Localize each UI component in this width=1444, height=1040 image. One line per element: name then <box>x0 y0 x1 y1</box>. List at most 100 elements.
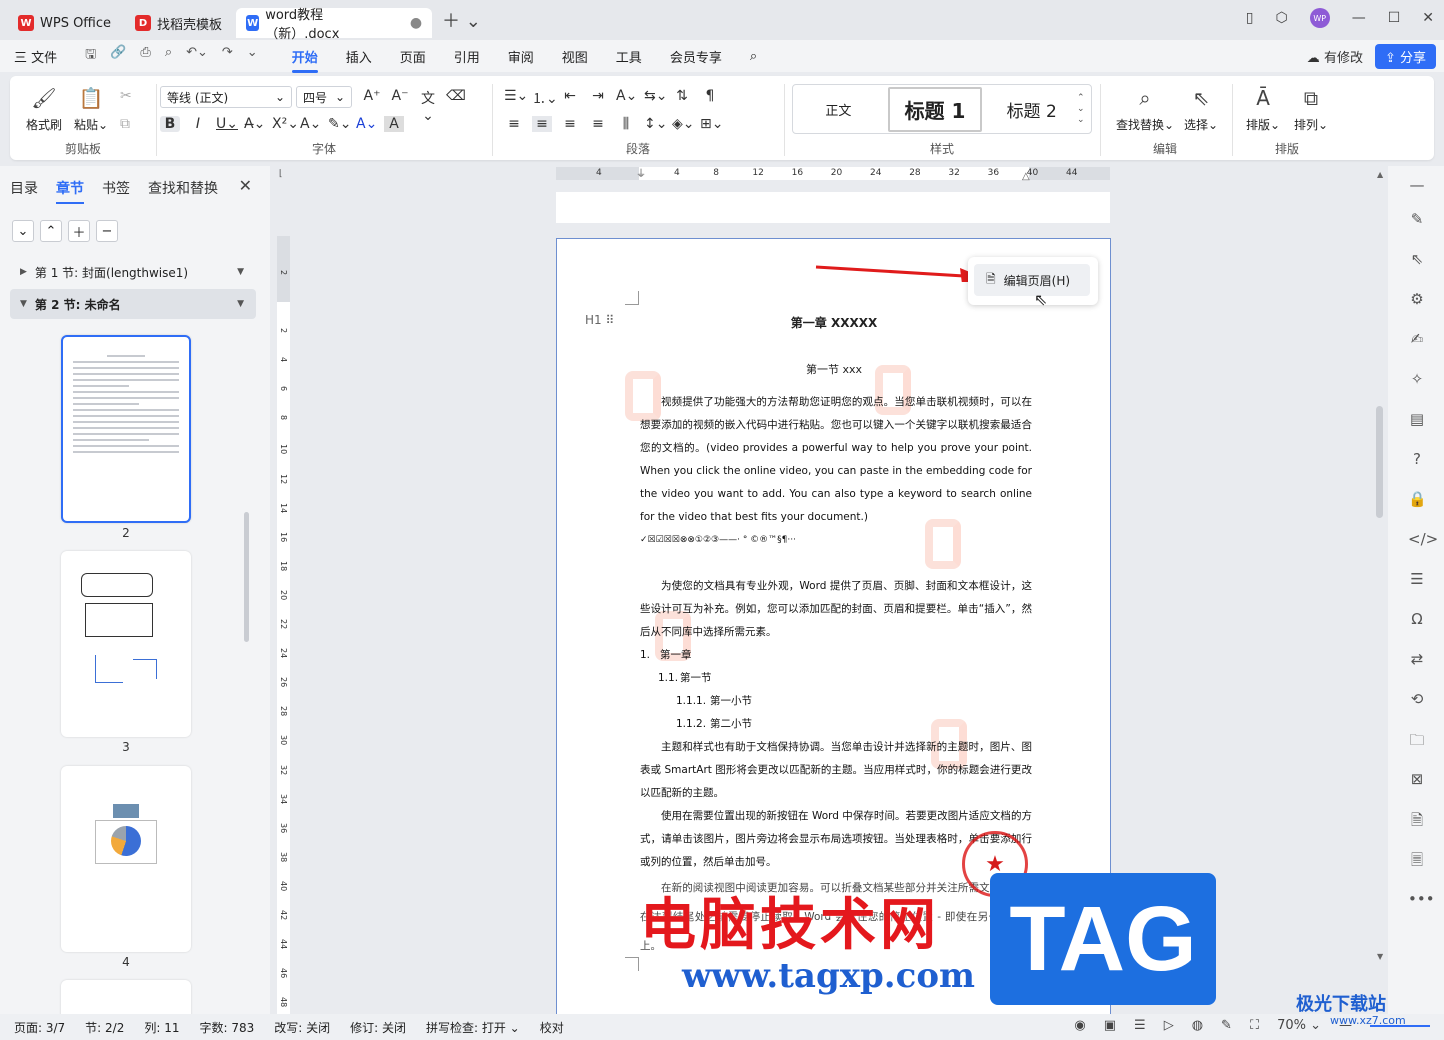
eye-icon[interactable]: ◉ <box>1074 1018 1085 1033</box>
code-icon[interactable]: </> <box>1408 530 1438 548</box>
show-marks-icon[interactable]: ¶ <box>700 88 720 108</box>
tab-review[interactable]: 审阅 <box>508 47 534 66</box>
page-indicator[interactable]: 页面: 3/7 <box>14 1019 65 1036</box>
numbered-list-icon[interactable]: ⒈⌄ <box>532 88 558 108</box>
collapse-icon[interactable]: — <box>1408 176 1426 194</box>
list-icon[interactable]: ☰ <box>1408 570 1426 588</box>
indent-marker[interactable]: ⏚ <box>636 165 646 180</box>
copy-icon[interactable]: ⧉ <box>120 116 130 132</box>
scroll-up-icon[interactable]: ▲ <box>1377 170 1383 179</box>
chevron-down-icon[interactable]: ▼ <box>237 267 244 277</box>
chinese-layout-icon[interactable]: A⌄ <box>616 88 637 108</box>
magic-icon[interactable]: ✧ <box>1408 370 1426 388</box>
char-shading-icon[interactable]: A <box>384 116 404 132</box>
scroll-down-icon[interactable]: ▼ <box>1377 952 1383 961</box>
increase-indent-icon[interactable]: ⇥ <box>588 88 608 108</box>
tab-member[interactable]: 会员专享 <box>670 47 722 66</box>
close-icon[interactable]: ✕ <box>1422 10 1434 26</box>
tab-template[interactable]: D 找稻壳模板 <box>125 8 232 38</box>
fit-icon[interactable]: ⛶ <box>1250 1018 1259 1033</box>
shading-icon[interactable]: ◈⌄ <box>672 116 695 132</box>
undo-icon[interactable]: ↶⌄ <box>186 45 208 67</box>
more-chevron-icon[interactable]: ⌄ <box>247 45 258 67</box>
translate-icon[interactable]: ⇄ <box>1408 650 1426 668</box>
modified-status[interactable]: ☁ 有修改 <box>1307 47 1363 66</box>
select-cursor-icon[interactable]: ⇖ <box>1408 250 1426 268</box>
page-thumbnail[interactable] <box>61 335 191 523</box>
section-item-1[interactable]: ▶ 第 1 节: 封面(lengthwise1) ▼ <box>10 257 256 287</box>
tab-references[interactable]: 引用 <box>454 47 480 66</box>
remove-section-button[interactable]: − <box>96 220 118 242</box>
font-color-icon[interactable]: A⌄ <box>356 116 377 132</box>
tab-home[interactable]: 开始 <box>291 47 318 73</box>
ai-write-icon[interactable]: ✍ <box>1408 330 1426 348</box>
justify-icon[interactable]: ≡ <box>588 116 608 132</box>
overtype-status[interactable]: 改写: 关闭 <box>274 1019 330 1036</box>
tab-sections[interactable]: 章节 <box>56 178 84 204</box>
tab-page[interactable]: 页面 <box>400 47 426 66</box>
pen-view-icon[interactable]: ✎ <box>1221 1018 1232 1033</box>
layout-icon[interactable]: ▯ <box>1246 10 1254 26</box>
zoom-level[interactable]: 70% ⌄ <box>1277 1018 1321 1033</box>
paste-button[interactable]: 📋 粘贴⌄ <box>74 84 108 133</box>
book-icon[interactable]: ▤ <box>1408 410 1426 428</box>
clear-format-icon[interactable]: ⌫ <box>446 88 466 124</box>
lock-icon[interactable]: 🔒 <box>1408 490 1427 508</box>
tab-document[interactable]: W word教程（新）.docx ● <box>236 8 433 42</box>
align-center-icon[interactable]: ≡ <box>532 116 552 132</box>
doc-check-icon[interactable]: 🗎 <box>1408 810 1426 835</box>
italic-icon[interactable]: I <box>188 116 208 132</box>
table-icon[interactable]: ⊠ <box>1408 770 1426 788</box>
tab-find-replace[interactable]: 查找和替换 <box>148 178 218 198</box>
play-icon[interactable]: ▷ <box>1164 1018 1174 1033</box>
panel-scrollbar[interactable] <box>244 512 249 642</box>
search-icon[interactable]: ⌕ <box>750 49 757 64</box>
spell-check-status[interactable]: 拼写检查: 打开 ⌄ <box>426 1019 520 1036</box>
strikethrough-icon[interactable]: A̶⌄ <box>244 116 265 132</box>
outline-view-icon[interactable]: ☰ <box>1134 1018 1146 1033</box>
vertical-ruler[interactable]: 2 2 4 6 8 10 12 14 16 18 20 22 24 26 28 30 32 34 36 38 40 42 4… <box>277 236 290 1014</box>
bullet-list-icon[interactable]: ☰⌄ <box>504 88 528 108</box>
history-icon[interactable]: ⟲ <box>1408 690 1426 708</box>
move-up-button[interactable]: ⌃ <box>40 220 62 242</box>
close-icon[interactable]: ✕ <box>239 176 252 195</box>
export-icon[interactable]: 🗏 <box>1408 850 1426 875</box>
horizontal-ruler[interactable]: 4 4 8 12 16 20 24 28 32 36 40 44 ⏚ △ <box>556 165 1110 182</box>
tab-toc[interactable]: 目录 <box>10 178 38 198</box>
find-replace-button[interactable]: ⌕ 查找替换⌄ <box>1116 84 1174 133</box>
page-view-icon[interactable]: ▣ <box>1104 1018 1116 1033</box>
arrange-button[interactable]: ⧉ 排列⌄ <box>1294 84 1328 133</box>
unsaved-dot-icon[interactable]: ● <box>410 15 422 31</box>
align-right-icon[interactable]: ≡ <box>560 116 580 132</box>
font-family-select[interactable]: 等线 (正文) ⌄ <box>160 86 292 108</box>
sort-icon[interactable]: ⇅ <box>672 88 692 108</box>
adjust-icon[interactable]: ⚙ <box>1408 290 1426 308</box>
maximize-icon[interactable]: ☐ <box>1388 10 1401 26</box>
share-button[interactable]: ⇪ 分享 <box>1374 44 1436 69</box>
print-icon[interactable]: ⎙ <box>140 45 150 67</box>
decrease-indent-icon[interactable]: ⇤ <box>560 88 580 108</box>
phonetic-icon[interactable]: 文⌄ <box>418 88 438 124</box>
text-layout-button[interactable]: Ā 排版⌄ <box>1246 84 1280 133</box>
select-button[interactable]: ⇖ 选择⌄ <box>1184 84 1218 133</box>
superscript-icon[interactable]: X²⌄ <box>272 116 299 132</box>
line-spacing-icon[interactable]: ↕⌄ <box>644 116 667 132</box>
link-icon[interactable]: 🔗 <box>110 45 126 67</box>
font-size-select[interactable]: 四号 ⌄ <box>296 86 352 108</box>
highlight-icon[interactable]: ✎⌄ <box>328 116 351 132</box>
format-painter-button[interactable]: 🖌 格式刷 <box>26 84 62 133</box>
preview-icon[interactable]: ⌕ <box>165 45 172 67</box>
distribute-icon[interactable]: ⫼ <box>616 116 636 132</box>
page-thumbnail[interactable] <box>61 551 191 737</box>
cube-icon[interactable]: ⬡ <box>1275 10 1287 26</box>
text-direction-icon[interactable]: ⇆⌄ <box>644 88 667 108</box>
document-scrollbar[interactable] <box>1376 406 1383 518</box>
pen-icon[interactable]: ✎ <box>1408 210 1426 228</box>
file-menu[interactable]: 三 文件 <box>14 47 57 66</box>
bold-icon[interactable]: B <box>160 116 180 132</box>
tab-wps-office[interactable]: W WPS Office <box>8 8 121 38</box>
move-down-button[interactable]: ⌄ <box>12 220 34 242</box>
avatar[interactable]: WP <box>1309 8 1330 28</box>
save-icon[interactable]: 🖫 <box>85 45 96 67</box>
right-indent-marker[interactable]: △ <box>1022 171 1030 182</box>
